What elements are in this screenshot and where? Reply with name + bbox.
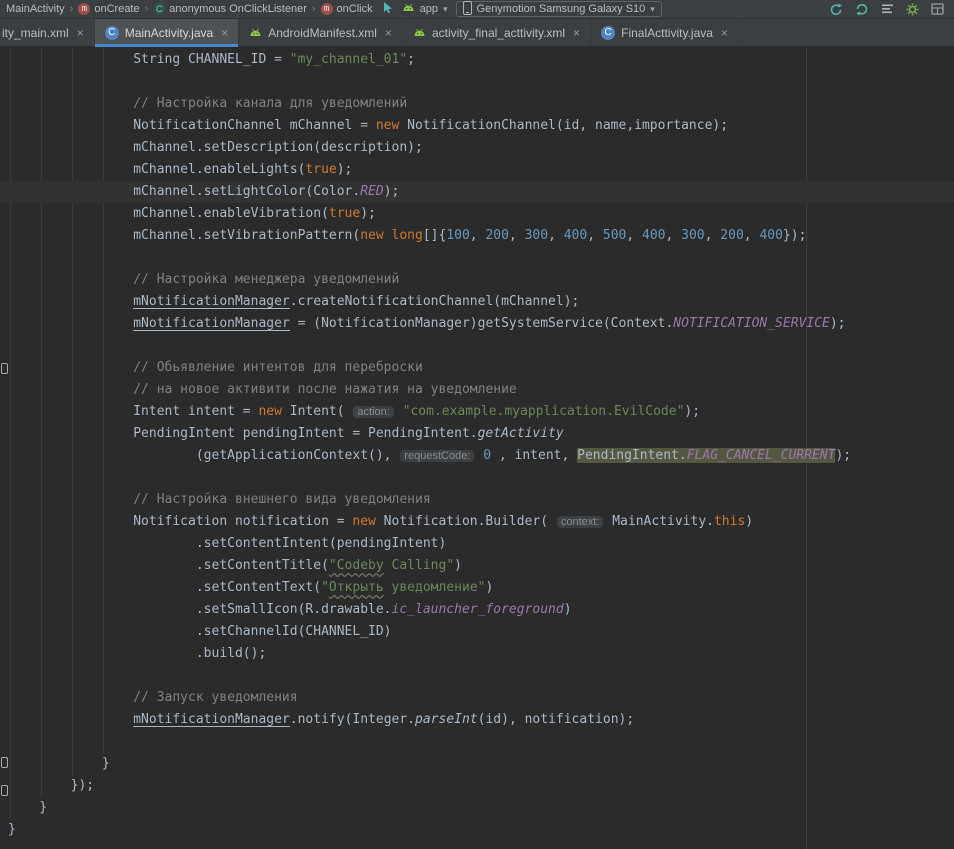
code-line[interactable]: // Обьявление интентов для переброски: [0, 357, 954, 379]
tab-close-icon[interactable]: ×: [77, 26, 84, 40]
code-line[interactable]: });: [0, 775, 954, 797]
code-line[interactable]: // на новое активити после нажатия на ув…: [0, 379, 954, 401]
tab-label: ity_main.xml: [2, 26, 69, 40]
code-line[interactable]: mNotificationManager.notify(Integer.pars…: [0, 709, 954, 731]
code-editor[interactable]: String CHANNEL_ID = "my_channel_01"; // …: [0, 47, 954, 849]
chevron-down-icon: ▾: [443, 4, 448, 15]
code-line[interactable]: // Настройка менеджера уведомлений: [0, 269, 954, 291]
code-line[interactable]: .setSmallIcon(R.drawable.ic_launcher_for…: [0, 599, 954, 621]
java-class-icon: C: [105, 26, 119, 40]
editor-tabs: ity_main.xml×CMainActivity.java×AndroidM…: [0, 19, 954, 47]
code-line[interactable]: // Настройка внешнего вида уведомления: [0, 489, 954, 511]
run-to-cursor-button[interactable]: [381, 1, 394, 17]
tab-AndroidManifest.xml[interactable]: AndroidManifest.xml ×: [239, 19, 403, 46]
code-line[interactable]: [0, 665, 954, 687]
java-class-icon: C: [601, 26, 615, 40]
breadcrumb-label: onClick: [337, 3, 373, 15]
code-line[interactable]: .build();: [0, 643, 954, 665]
tab-label: FinalActtivity.java: [621, 26, 713, 40]
code-line[interactable]: }: [0, 753, 954, 775]
anonymous-class-icon: C: [153, 3, 165, 15]
tab-close-icon[interactable]: ×: [221, 26, 228, 40]
breadcrumb-separator: ›: [70, 3, 74, 15]
code-line[interactable]: [0, 731, 954, 753]
tab-activity_final_acttivity.xml[interactable]: activity_final_acttivity.xml ×: [403, 19, 591, 46]
code-line[interactable]: mNotificationManager = (NotificationMana…: [0, 313, 954, 335]
navigation-bar: MainActivity › m onCreate › Canonymous OnClic…: [0, 0, 954, 19]
breadcrumb-item[interactable]: m onCreate: [78, 3, 139, 15]
run-to-cursor-icon: [381, 1, 394, 14]
code-line[interactable]: [0, 335, 954, 357]
phone-icon: [463, 1, 472, 15]
code-line[interactable]: String CHANNEL_ID = "my_channel_01";: [0, 49, 954, 71]
breadcrumb-label: anonymous OnClickListener: [169, 3, 307, 15]
code-line[interactable]: mChannel.enableVibration(true);: [0, 203, 954, 225]
parameter-hint: requestCode:: [400, 450, 474, 462]
breadcrumb-label: MainActivity: [6, 3, 65, 15]
code-line[interactable]: PendingIntent pendingIntent = PendingInt…: [0, 423, 954, 445]
breadcrumb-separator: ›: [312, 3, 316, 15]
apply-code-changes-icon[interactable]: [855, 3, 869, 16]
parameter-hint: action:: [353, 406, 393, 418]
tab-close-icon[interactable]: ×: [385, 26, 392, 40]
profiler-icon[interactable]: [881, 3, 894, 15]
run-configuration-label: app: [420, 3, 438, 15]
device-selector-label: Genymotion Samsung Galaxy S10: [477, 3, 646, 15]
tab-MainActivity.java[interactable]: C MainActivity.java ×: [95, 19, 240, 46]
code-line[interactable]: // Настройка канала для уведомлений: [0, 93, 954, 115]
android-file-icon: [413, 28, 426, 37]
chevron-down-icon: ▾: [650, 4, 655, 15]
code-line[interactable]: }: [0, 797, 954, 819]
code-line[interactable]: [0, 467, 954, 489]
tab-close-icon[interactable]: ×: [721, 26, 728, 40]
breadcrumb-item[interactable]: Canonymous OnClickListener: [153, 3, 307, 15]
code-line[interactable]: [0, 71, 954, 93]
code-line[interactable]: Intent intent = new Intent( action: "com…: [0, 401, 954, 423]
code-line[interactable]: [0, 247, 954, 269]
android-icon: [402, 3, 415, 15]
code-line[interactable]: }: [0, 819, 954, 841]
breadcrumb-label: onCreate: [94, 3, 139, 15]
breadcrumb-item[interactable]: MainActivity: [6, 3, 65, 15]
code-line[interactable]: mChannel.setLightColor(Color.RED);: [0, 181, 954, 203]
method-icon: m: [78, 3, 90, 15]
breadcrumb-item[interactable]: m onClick: [321, 3, 373, 15]
toolbar-actions: [829, 3, 948, 16]
method-icon: m: [321, 3, 333, 15]
parameter-hint: context:: [557, 516, 604, 528]
code-line[interactable]: .setContentTitle("Codeby Calling"): [0, 555, 954, 577]
code-line[interactable]: .setContentIntent(pendingIntent): [0, 533, 954, 555]
apply-changes-icon[interactable]: [829, 3, 843, 16]
android-icon: [402, 3, 415, 12]
tab-label: AndroidManifest.xml: [268, 26, 377, 40]
device-manager-icon[interactable]: [931, 3, 944, 15]
gutter-icon: [1, 785, 8, 796]
gutter-icon: [1, 757, 8, 768]
android-file-icon: [249, 28, 262, 37]
sdk-manager-icon[interactable]: [906, 3, 919, 16]
run-configuration-selector[interactable]: app ▾: [402, 3, 448, 15]
tab-label: MainActivity.java: [125, 26, 213, 40]
code-line[interactable]: mChannel.setDescription(description);: [0, 137, 954, 159]
gutter-icon: [1, 363, 8, 374]
code-line[interactable]: NotificationChannel mChannel = new Notif…: [0, 115, 954, 137]
code-line[interactable]: mNotificationManager.createNotificationC…: [0, 291, 954, 313]
tab-ity_main.xml[interactable]: ity_main.xml ×: [0, 19, 95, 46]
code-line[interactable]: // Запуск уведомления: [0, 687, 954, 709]
tab-label: activity_final_acttivity.xml: [432, 26, 565, 40]
breadcrumb: MainActivity › m onCreate › Canonymous OnClic…: [6, 3, 373, 15]
phone-icon: [463, 1, 472, 18]
tab-close-icon[interactable]: ×: [573, 26, 580, 40]
code-line[interactable]: .setChannelId(CHANNEL_ID): [0, 621, 954, 643]
code-line[interactable]: mChannel.enableLights(true);: [0, 159, 954, 181]
breadcrumb-separator: ›: [145, 3, 149, 15]
code-line[interactable]: (getApplicationContext(), requestCode: 0…: [0, 445, 954, 467]
tab-FinalActtivity.java[interactable]: C FinalActtivity.java ×: [591, 19, 739, 46]
device-selector[interactable]: Genymotion Samsung Galaxy S10 ▾: [456, 1, 662, 17]
code-line[interactable]: mChannel.setVibrationPattern(new long[]{…: [0, 225, 954, 247]
code-line[interactable]: Notification notification = new Notifica…: [0, 511, 954, 533]
code-line[interactable]: .setContentText("Открыть уведомление"): [0, 577, 954, 599]
